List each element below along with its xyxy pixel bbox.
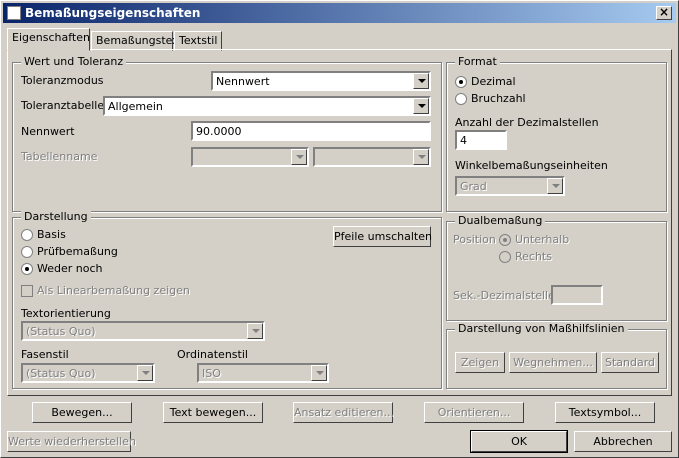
dezimalstellen-label: Anzahl der Dezimalstellen <box>455 116 599 129</box>
title-bar: Bemaßungseigenschaften × <box>3 3 676 23</box>
tab-textstil[interactable]: Textstil <box>174 31 222 51</box>
toleranzmodus-select[interactable]: Nennwert <box>211 71 431 91</box>
zeigen-button: Zeigen <box>455 352 505 373</box>
text-bewegen-button[interactable]: Text bewegen... <box>163 402 263 423</box>
unterhalb-label: Unterhalb <box>515 233 570 246</box>
tab-panel-eigenschaften: Wert und Toleranz Toleranzmodus Nennwert… <box>7 49 672 396</box>
sek-dezimalstellen-label: Sek.-Dezimalstellen <box>453 289 562 302</box>
tabellenname-select-2 <box>313 147 431 167</box>
linearbemassung-label: Als Linearbemaßung zeigen <box>37 284 190 297</box>
ordinatenstil-select: ISO <box>197 363 329 383</box>
group-legend: Wert und Toleranz <box>21 55 127 68</box>
ordinatenstil-label: Ordinatenstil <box>177 348 248 361</box>
group-legend: Dualbemaßung <box>455 214 546 227</box>
abbrechen-button[interactable]: Abbrechen <box>574 431 672 452</box>
tab-bemassungstext[interactable]: Bemaßungstext <box>91 31 183 51</box>
chevron-down-icon <box>291 149 307 165</box>
tabellenname-select-1 <box>191 147 309 167</box>
group-masshilfslinien: Darstellung von Maßhilfslinien Zeigen We… <box>446 322 667 389</box>
bruchzahl-radio[interactable] <box>455 93 467 105</box>
sek-dezimalstellen-input <box>551 285 603 305</box>
textsymbol-button[interactable]: Textsymbol... <box>555 402 655 423</box>
group-legend: Darstellung von Maßhilfslinien <box>455 322 628 335</box>
orientieren-button: Orientieren... <box>424 402 524 423</box>
ordinatenstil-value: ISO <box>202 367 221 380</box>
pfeile-umschalten-button[interactable]: Pfeile umschalten <box>333 226 432 247</box>
dezimalstellen-value: 4 <box>460 134 467 147</box>
wegnehmen-button: Wegnehmen... <box>509 352 597 373</box>
weder-noch-radio[interactable] <box>21 263 33 275</box>
group-darstellung: Darstellung Basis Prüfbemaßung Weder noc… <box>12 210 442 389</box>
chevron-down-icon <box>247 323 263 339</box>
chevron-down-icon[interactable] <box>413 73 429 89</box>
group-wert-und-toleranz: Wert und Toleranz Toleranzmodus Nennwert… <box>12 55 442 212</box>
bruchzahl-label: Bruchzahl <box>471 92 526 105</box>
basis-label: Basis <box>37 228 66 241</box>
fasenstil-label: Fasenstil <box>21 348 69 361</box>
pruefbemassung-label: Prüfbemaßung <box>37 245 118 258</box>
textorientierung-label: Textorientierung <box>21 307 111 320</box>
bewegen-button[interactable]: Bewegen... <box>32 402 132 423</box>
weder-noch-label: Weder noch <box>37 262 103 275</box>
tabellenname-label: Tabellenname <box>21 150 98 163</box>
rechts-radio <box>499 251 511 263</box>
chevron-down-icon <box>311 365 327 381</box>
ok-button[interactable]: OK <box>470 430 568 453</box>
toleranzmodus-value: Nennwert <box>216 75 270 88</box>
chevron-down-icon <box>547 178 563 194</box>
linearbemassung-checkbox <box>21 285 33 297</box>
toleranztabelle-select[interactable]: Allgemein <box>103 96 431 116</box>
close-button[interactable]: × <box>656 6 672 20</box>
fasenstil-select: (Status Quo) <box>21 363 155 383</box>
unterhalb-radio <box>499 234 511 246</box>
nennwert-input[interactable]: 90.0000 <box>191 121 431 141</box>
group-legend: Darstellung <box>21 210 91 223</box>
tab-eigenschaften[interactable]: Eigenschaften <box>7 28 90 51</box>
position-label: Position <box>453 233 496 246</box>
fasenstil-value: (Status Quo) <box>26 367 96 380</box>
rechts-label: Rechts <box>515 250 552 263</box>
toleranztabelle-value: Allgemein <box>108 100 163 113</box>
toleranztabelle-label: Toleranztabelle <box>21 99 105 112</box>
dezimal-label: Dezimal <box>471 75 516 88</box>
dezimalstellen-input[interactable]: 4 <box>455 130 507 150</box>
nennwert-label: Nennwert <box>21 125 75 138</box>
window-title: Bemaßungseigenschaften <box>25 6 201 20</box>
winkel-label: Winkelbemaßungseinheiten <box>455 159 608 172</box>
werte-wiederherstellen-button: Werte wiederherstellen <box>7 431 136 452</box>
winkel-select: Grad <box>455 176 565 196</box>
textorientierung-select: (Status Quo) <box>21 321 265 341</box>
app-icon <box>7 6 21 20</box>
group-legend: Format <box>455 55 500 68</box>
chevron-down-icon <box>137 365 153 381</box>
winkel-value: Grad <box>460 180 487 193</box>
toleranzmodus-label: Toleranzmodus <box>21 74 104 87</box>
basis-radio[interactable] <box>21 229 33 241</box>
standard-button: Standard <box>601 352 659 373</box>
dialog-window: Bemaßungseigenschaften × Eigenschaften B… <box>0 0 679 458</box>
chevron-down-icon <box>413 149 429 165</box>
dezimal-radio[interactable] <box>455 76 467 88</box>
nennwert-value: 90.0000 <box>196 125 242 138</box>
textorientierung-value: (Status Quo) <box>26 325 96 338</box>
chevron-down-icon[interactable] <box>413 98 429 114</box>
group-format: Format Dezimal Bruchzahl Anzahl der Dezi… <box>446 55 667 212</box>
ansatz-editieren-button: Ansatz editieren... <box>293 402 394 423</box>
group-dualbemassung: Dualbemaßung Position Unterhalb Rechts S… <box>446 214 667 321</box>
pruefbemassung-radio[interactable] <box>21 246 33 258</box>
